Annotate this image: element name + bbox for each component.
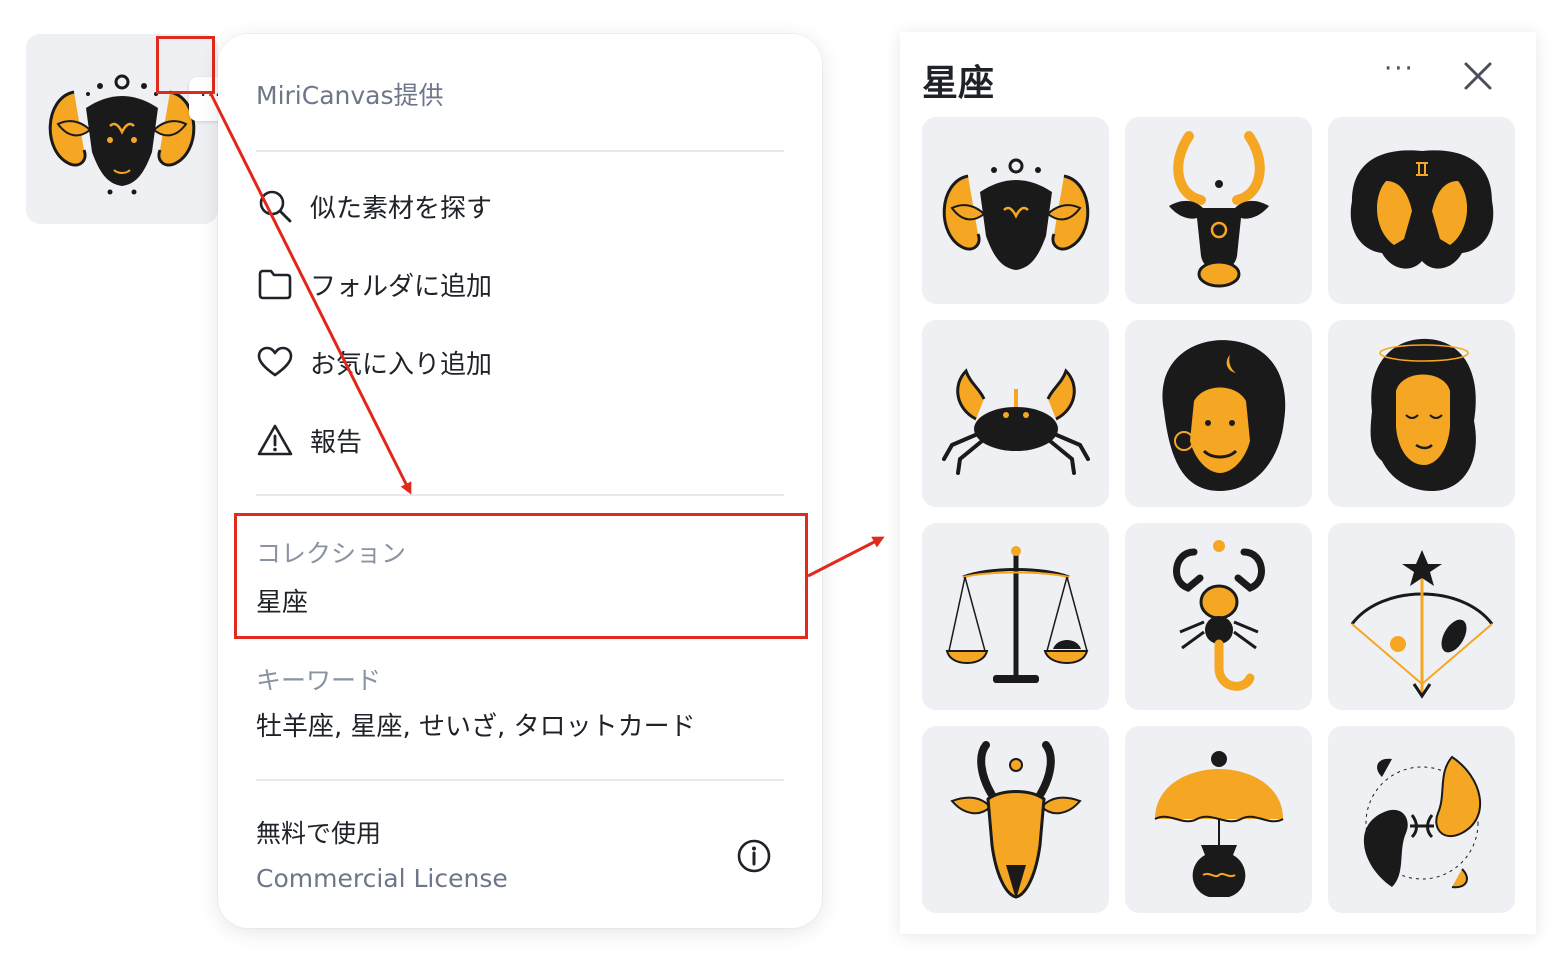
collection-grid xyxy=(922,117,1515,913)
menu-item-report[interactable]: 報告 xyxy=(256,418,362,462)
taurus-bull-icon[interactable] xyxy=(1125,117,1312,304)
libra-scales-icon[interactable] xyxy=(922,523,1109,710)
heart-icon xyxy=(256,343,294,381)
pisces-fish-icon[interactable] xyxy=(1328,726,1515,913)
annotation-highlight-collection xyxy=(234,513,808,639)
divider xyxy=(256,779,784,781)
commercial-license-link[interactable]: Commercial License xyxy=(256,864,508,893)
divider xyxy=(256,150,784,152)
gemini-twins-icon[interactable] xyxy=(1328,117,1515,304)
warning-icon xyxy=(256,421,294,459)
divider xyxy=(256,494,784,496)
menu-item-label: フォルダに追加 xyxy=(310,271,493,302)
leo-lion-icon[interactable] xyxy=(1125,320,1312,507)
sagittarius-bow-icon[interactable] xyxy=(1328,523,1515,710)
keywords-title: キーワード xyxy=(256,666,382,695)
provider-label: MiriCanvas提供 xyxy=(256,81,444,110)
element-context-menu: MiriCanvas提供 似た素材を探す フォルダに追加 お気に入り追加 報告 … xyxy=(218,34,822,928)
menu-item-find-similar[interactable]: 似た素材を探す xyxy=(256,184,492,228)
virgo-maiden-icon[interactable] xyxy=(1328,320,1515,507)
panel-title: 星座 xyxy=(922,63,995,104)
keywords-list: 牡羊座, 星座, せいざ, タロットカード xyxy=(256,712,696,742)
free-use-label: 無料で使用 xyxy=(256,819,382,848)
search-icon xyxy=(256,187,294,225)
aries-ram-icon[interactable] xyxy=(922,117,1109,304)
capricorn-goat-icon[interactable] xyxy=(922,726,1109,913)
menu-item-add-favorite[interactable]: お気に入り追加 xyxy=(256,340,492,384)
annotation-highlight-more-button xyxy=(156,36,215,94)
panel-more-button[interactable]: ··· xyxy=(1384,54,1415,84)
menu-item-label: 報告 xyxy=(310,427,363,458)
scorpio-scorpion-icon[interactable] xyxy=(1125,523,1312,710)
close-icon[interactable] xyxy=(1460,58,1496,94)
info-icon[interactable] xyxy=(736,838,772,874)
folder-icon xyxy=(256,265,294,303)
menu-item-label: 似た素材を探す xyxy=(310,193,493,224)
collection-panel: 星座 ··· xyxy=(900,32,1536,934)
cancer-crab-icon[interactable] xyxy=(922,320,1109,507)
aquarius-vase-icon[interactable] xyxy=(1125,726,1312,913)
menu-item-add-to-folder[interactable]: フォルダに追加 xyxy=(256,262,492,306)
menu-item-label: お気に入り追加 xyxy=(310,349,493,380)
